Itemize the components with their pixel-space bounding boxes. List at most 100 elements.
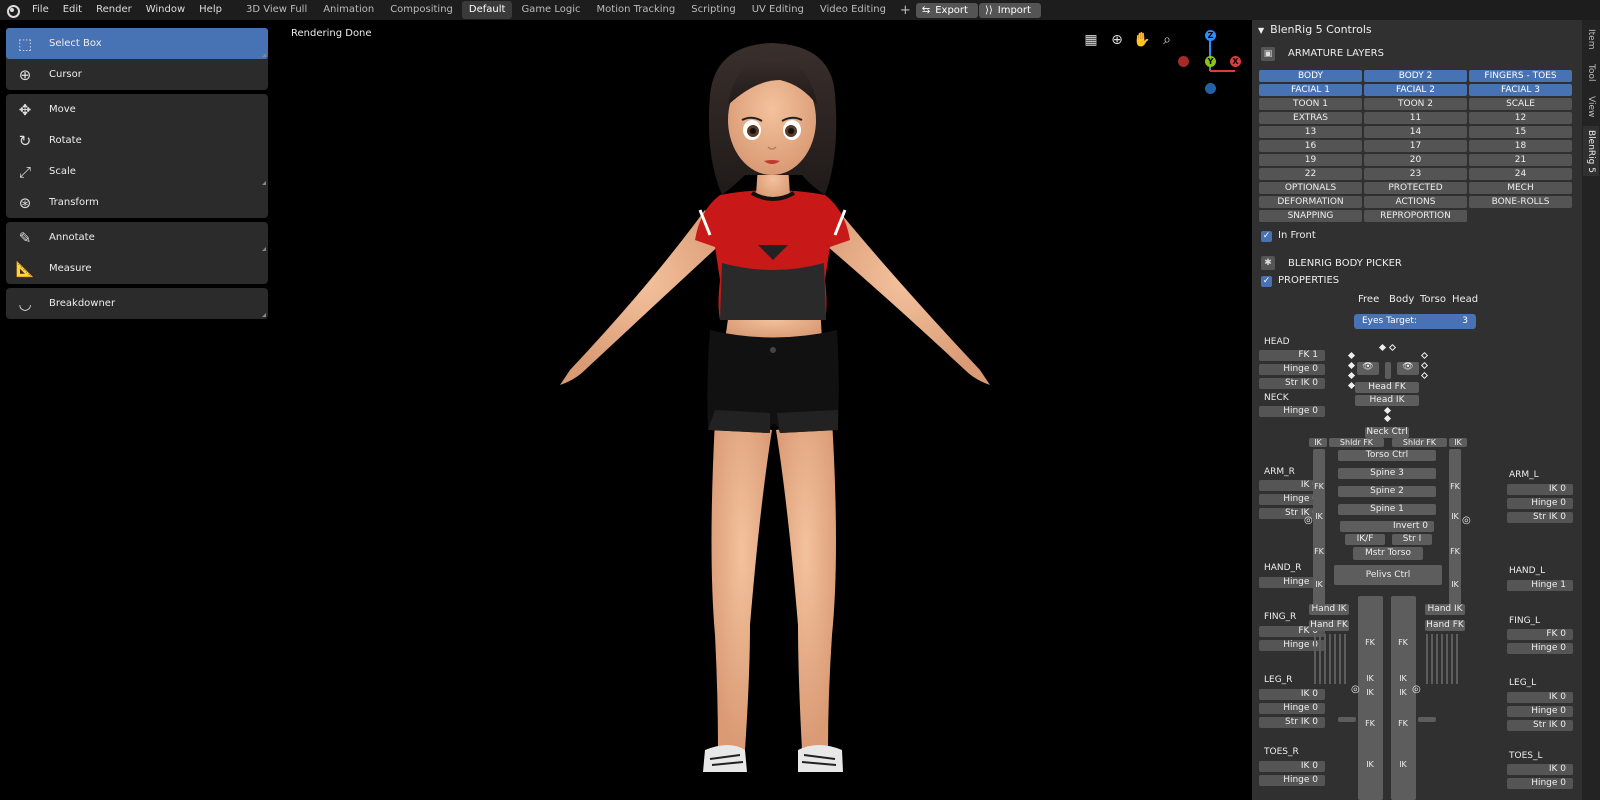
head-hinge-button[interactable]: Hinge 0 <box>1259 364 1325 375</box>
fing-l-fk-button[interactable]: FK 0 <box>1507 629 1573 640</box>
elbow-l-target-icon[interactable]: ◎ <box>1462 515 1471 526</box>
face-ctrl-diamond[interactable] <box>1347 371 1356 380</box>
3d-viewport[interactable]: Rendering Done ▦ ⊕ ✋ ⌕ Z X Y ⬚ Select Bo… <box>0 20 1252 800</box>
layer-button[interactable]: 13 <box>1259 126 1362 138</box>
add-workspace-icon[interactable]: + <box>895 3 916 18</box>
workspace-tab-motion-tracking[interactable]: Motion Tracking <box>590 1 683 19</box>
camera-icon[interactable]: ⊕ <box>1108 31 1126 49</box>
layer-button[interactable]: FACIAL 3 <box>1469 84 1572 96</box>
menu-render[interactable]: Render <box>89 0 139 20</box>
axis-y-icon[interactable]: Y <box>1205 56 1216 67</box>
leg-r-str-ik-button[interactable]: Str IK 0 <box>1259 717 1325 728</box>
sidebar-tab-tool[interactable]: Tool <box>1583 58 1599 88</box>
face-ctrl-diamond[interactable] <box>1347 351 1356 360</box>
blender-logo-icon[interactable] <box>5 3 20 18</box>
str-i-picker-button[interactable]: Str I <box>1392 534 1432 545</box>
toes-l-hinge-button[interactable]: Hinge 0 <box>1507 778 1573 789</box>
sidebar-tab-item[interactable]: Item <box>1583 24 1599 54</box>
arm-l-hinge-button[interactable]: Hinge 0 <box>1507 498 1573 509</box>
face-ctrl-diamond[interactable] <box>1347 381 1356 390</box>
picker-tab-head[interactable]: Head <box>1452 294 1478 305</box>
layer-button[interactable]: 15 <box>1469 126 1572 138</box>
shldr-ik-r-button[interactable]: IK <box>1309 438 1327 447</box>
arm-r-bar[interactable] <box>1313 449 1325 614</box>
head-ik-picker-button[interactable]: Head IK <box>1355 395 1419 406</box>
tool-breakdowner[interactable]: ◡ Breakdowner <box>6 288 268 319</box>
arm-l-bar[interactable] <box>1449 449 1461 614</box>
sidebar-tab-view[interactable]: View <box>1583 92 1599 122</box>
layer-button[interactable]: 11 <box>1364 112 1467 124</box>
layer-button[interactable]: FACIAL 1 <box>1259 84 1362 96</box>
tool-annotate[interactable]: ✎ Annotate <box>6 222 268 253</box>
grid-view-icon[interactable]: ▦ <box>1082 31 1100 49</box>
collapse-arrow-icon[interactable]: ▼ <box>1258 26 1264 35</box>
head-fk-button[interactable]: FK 1 <box>1259 350 1325 361</box>
layer-button[interactable]: 19 <box>1259 154 1362 166</box>
eye-target-bar[interactable] <box>1385 362 1391 379</box>
layer-button[interactable]: DEFORMATION <box>1259 196 1362 208</box>
layer-button[interactable]: BODY 2 <box>1364 70 1467 82</box>
workspace-tab-video-editing[interactable]: Video Editing <box>813 1 893 19</box>
neck-diamond[interactable] <box>1383 406 1392 415</box>
neck-hinge-button[interactable]: Hinge 0 <box>1259 406 1325 417</box>
head-str-ik-button[interactable]: Str IK 0 <box>1259 378 1325 389</box>
hand-ik-l-picker-button[interactable]: Hand IK <box>1425 604 1465 615</box>
tool-move[interactable]: ✥ Move <box>6 94 268 125</box>
leg-l-bar[interactable] <box>1391 596 1416 800</box>
tool-measure[interactable]: 📐 Measure <box>6 253 268 284</box>
spine3-picker-button[interactable]: Spine 3 <box>1338 468 1436 479</box>
hand-fk-l-picker-button[interactable]: Hand FK <box>1425 620 1465 631</box>
leg-l-str-ik-button[interactable]: Str IK 0 <box>1507 720 1573 731</box>
sidebar-tab-blenrig[interactable]: BlenRig 5 <box>1583 126 1599 176</box>
shldr-ik-l-button[interactable]: IK <box>1449 438 1467 447</box>
panel-header[interactable]: ▼ BlenRig 5 Controls <box>1258 23 1372 36</box>
menu-edit[interactable]: Edit <box>56 0 89 20</box>
head-ctrl-diamond[interactable] <box>1378 343 1387 352</box>
picker-tab-torso[interactable]: Torso <box>1420 294 1446 305</box>
in-front-checkbox[interactable]: ✓ <box>1261 231 1272 242</box>
axis-neg-x-icon[interactable] <box>1178 56 1189 67</box>
neck-diamond[interactable] <box>1383 414 1392 423</box>
workspace-tab-game-logic[interactable]: Game Logic <box>514 1 587 19</box>
tool-transform[interactable]: ⊛ Transform <box>6 187 268 218</box>
layer-button[interactable]: 24 <box>1469 168 1572 180</box>
mstr-torso-picker-button[interactable]: Mstr Torso <box>1353 547 1423 560</box>
shldr-fk-l-button[interactable]: Shldr FK <box>1392 438 1447 447</box>
leg-l-hinge-button[interactable]: Hinge 0 <box>1507 706 1573 717</box>
layer-button[interactable]: 20 <box>1364 154 1467 166</box>
invert-picker-button[interactable]: Invert 0 <box>1340 521 1434 532</box>
menu-help[interactable]: Help <box>192 0 229 20</box>
axis-neg-z-icon[interactable] <box>1205 83 1216 94</box>
pelvis-ctrl-picker-button[interactable]: Pelivs Ctrl <box>1334 565 1442 585</box>
leg-r-bar[interactable] <box>1358 596 1383 800</box>
elbow-r-target-icon[interactable]: ◎ <box>1304 515 1313 526</box>
axis-z-icon[interactable]: Z <box>1205 30 1216 41</box>
workspace-tab-compositing[interactable]: Compositing <box>383 1 460 19</box>
properties-checkbox[interactable]: ✓ <box>1261 276 1272 287</box>
layer-button[interactable]: BONE-ROLLS <box>1469 196 1572 208</box>
leg-r-hinge-button[interactable]: Hinge 0 <box>1259 703 1325 714</box>
layer-button[interactable]: TOON 1 <box>1259 98 1362 110</box>
layer-button[interactable]: EXTRAS <box>1259 112 1362 124</box>
menu-window[interactable]: Window <box>139 0 192 20</box>
layer-button[interactable]: 22 <box>1259 168 1362 180</box>
export-button[interactable]: ⇆ Export <box>915 2 978 18</box>
workspace-tab-uv-editing[interactable]: UV Editing <box>745 1 811 19</box>
face-ctrl-diamond[interactable] <box>1420 361 1429 370</box>
face-ctrl-diamond[interactable] <box>1347 361 1356 370</box>
spine2-picker-button[interactable]: Spine 2 <box>1338 486 1436 497</box>
hand-l-hinge-button[interactable]: Hinge 1 <box>1507 580 1573 591</box>
knee-r-bar[interactable] <box>1338 717 1356 722</box>
workspace-tab-3d-view-full[interactable]: 3D View Full <box>239 1 314 19</box>
menu-file[interactable]: File <box>25 0 56 20</box>
fingers-l-picker[interactable] <box>1426 634 1460 684</box>
workspace-tab-scripting[interactable]: Scripting <box>684 1 742 19</box>
layer-button[interactable]: OPTIONALS <box>1259 182 1362 194</box>
layer-button[interactable]: 23 <box>1364 168 1467 180</box>
face-ctrl-diamond[interactable] <box>1420 351 1429 360</box>
head-fk-picker-button[interactable]: Head FK <box>1355 382 1419 393</box>
pan-hand-icon[interactable]: ✋ <box>1133 31 1151 49</box>
layer-button[interactable]: SNAPPING <box>1259 210 1362 222</box>
workspace-tab-default[interactable]: Default <box>461 1 513 19</box>
layer-button[interactable]: 12 <box>1469 112 1572 124</box>
